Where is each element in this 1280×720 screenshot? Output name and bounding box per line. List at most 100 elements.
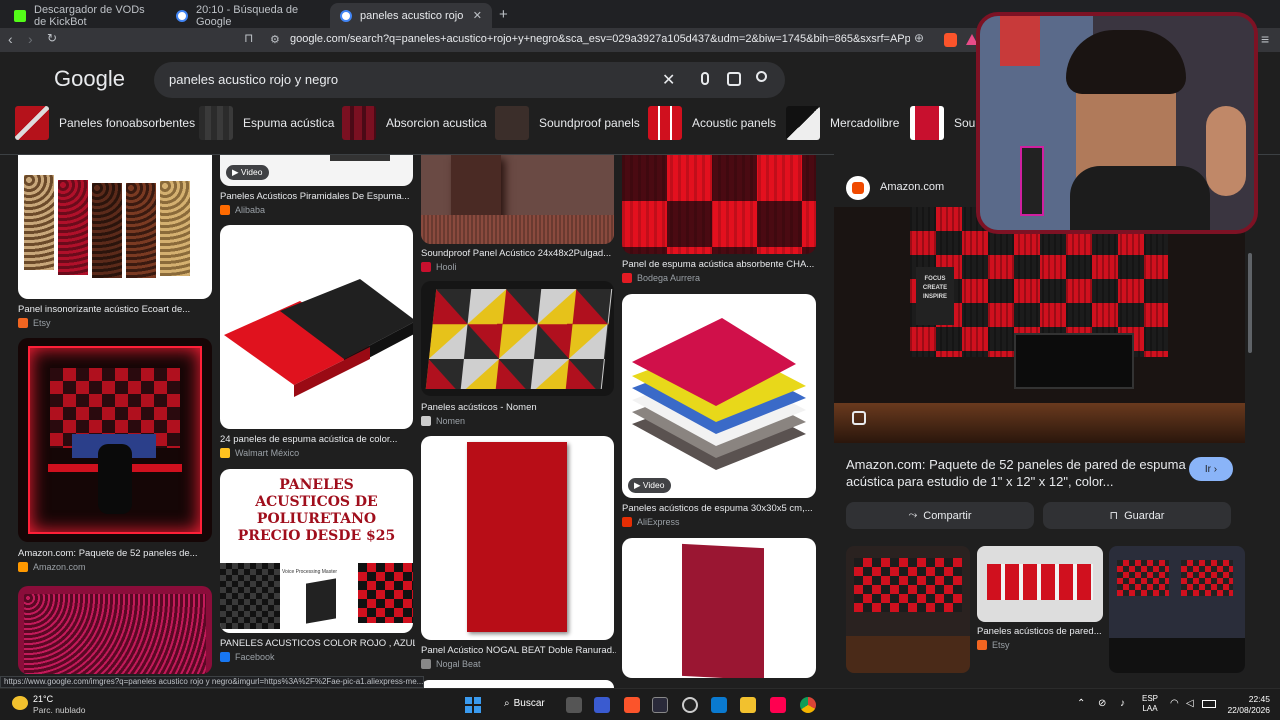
result-image[interactable] (421, 281, 614, 396)
network-icon[interactable]: ⊘ (1098, 698, 1106, 709)
weather-temp[interactable]: 21°C (33, 694, 53, 704)
tiktok-icon[interactable] (770, 697, 786, 713)
volume-icon[interactable]: ◁ (1186, 698, 1194, 709)
result-source[interactable]: Amazon.com (18, 562, 86, 572)
clear-search-icon[interactable]: ✕ (662, 70, 675, 90)
store-icon[interactable] (711, 697, 727, 713)
search-icon[interactable] (756, 71, 767, 82)
windows-start-icon[interactable] (465, 697, 481, 713)
lens-icon[interactable] (727, 72, 741, 86)
lens-icon[interactable] (852, 411, 866, 425)
preview-title[interactable]: Amazon.com: Paquete de 52 paneles de par… (846, 456, 1186, 490)
chrome-icon[interactable] (800, 697, 816, 713)
preview-image[interactable]: FOCUS CREATE INSPIRE (834, 207, 1245, 443)
result-image[interactable] (421, 155, 614, 244)
folder-icon[interactable] (740, 697, 756, 713)
save-button[interactable]: ⊓ Guardar (1043, 502, 1231, 529)
foam-image-part (220, 563, 280, 629)
related-source[interactable]: Etsy (977, 640, 1010, 650)
related-image[interactable] (846, 546, 970, 673)
microphone-icon[interactable] (701, 72, 709, 85)
tab-google-search-1[interactable]: 20:10 - Búsqueda de Google (166, 3, 326, 28)
reload-icon[interactable]: ↻ (47, 31, 57, 45)
result-source[interactable]: Nogal Beat (421, 659, 481, 669)
search-input[interactable]: paneles acustico rojo y negro (169, 72, 338, 87)
forward-arrow-icon[interactable]: › (28, 31, 33, 47)
obs-icon[interactable] (682, 697, 698, 713)
result-image[interactable] (622, 538, 816, 678)
result-source[interactable]: Alibaba (220, 205, 265, 215)
app-icon[interactable] (594, 697, 610, 713)
tab-google-search-active[interactable]: paneles acustico rojo y negro - Bú ✕ (330, 3, 492, 28)
tab-kickbot[interactable]: Descargador de VODs de KickBot (4, 3, 164, 28)
result-source[interactable]: Walmart México (220, 448, 299, 458)
result-caption[interactable]: Panel de espuma acústica absorbente CHA.… (622, 259, 817, 270)
result-caption[interactable]: 24 paneles de espuma acústica de color..… (220, 434, 415, 445)
result-caption[interactable]: Panel Acústico NOGAL BEAT Doble Ranurad.… (421, 645, 616, 656)
chevron-up-icon[interactable]: ⌃ (1077, 698, 1085, 709)
brave-shield-icon[interactable] (944, 33, 957, 47)
task-view-icon[interactable] (566, 697, 582, 713)
weather-icon[interactable] (12, 696, 28, 710)
result-caption[interactable]: Paneles Acústicos Piramidales De Espuma.… (220, 191, 415, 202)
clock[interactable]: 22:45 22/08/2026 (1224, 694, 1270, 716)
close-tab-icon[interactable]: ✕ (473, 9, 482, 22)
bookmark-icon[interactable]: ⊓ (244, 31, 253, 45)
result-source[interactable]: Etsy (18, 318, 51, 328)
google-logo[interactable]: Google (54, 66, 125, 92)
result-image[interactable]: ▶ Video (622, 294, 816, 498)
result-image[interactable] (18, 155, 212, 299)
new-tab-button[interactable]: + (499, 6, 508, 23)
microphone-icon[interactable]: ♪ (1120, 698, 1125, 709)
related-image[interactable] (1109, 546, 1245, 673)
result-image[interactable] (18, 338, 212, 542)
preview-site-name[interactable]: Amazon.com (880, 181, 944, 193)
scrollbar[interactable] (1247, 153, 1253, 673)
go-button[interactable]: Ir › (1189, 457, 1233, 481)
chip-espuma-acustica[interactable]: Espuma acústica (199, 105, 335, 141)
battery-icon[interactable] (1202, 700, 1216, 708)
share-button[interactable]: ⤳ Compartir (846, 502, 1034, 529)
result-image[interactable]: ▶ Video (220, 155, 413, 186)
bookmark-icon: ⊓ (1109, 510, 1119, 522)
app-icon[interactable] (652, 697, 668, 713)
url-field[interactable]: google.com/search?q=paneles+acustico+roj… (290, 33, 910, 45)
menu-icon[interactable]: ≡ (1261, 31, 1269, 47)
related-image[interactable] (977, 546, 1103, 622)
weather-desc[interactable]: Parc. nublado (33, 705, 85, 715)
result-image[interactable]: PANELES ACUSTICOS DE POLIURETANO PRECIO … (220, 469, 413, 633)
result-image[interactable] (18, 586, 212, 674)
result-caption[interactable]: Panel insonorizante acústico Ecoart de..… (18, 304, 213, 315)
chip-soundproof-panels[interactable]: Soundproof panels (495, 105, 640, 141)
brave-icon[interactable] (624, 697, 640, 713)
result-caption[interactable]: PANELES ACUSTICOS COLOR ROJO , AZUL ... (220, 638, 415, 649)
desk-shape (834, 403, 1245, 443)
chip-mercadolibre[interactable]: Mercadolibre (786, 105, 900, 141)
chip-acoustic-panels[interactable]: Acoustic panels (648, 105, 777, 141)
search-box[interactable]: paneles acustico rojo y negro ✕ (154, 62, 785, 98)
chip-paneles-fonoabsorbentes[interactable]: Paneles fonoabsorbentes (15, 105, 196, 141)
result-caption[interactable]: Amazon.com: Paquete de 52 paneles de... (18, 548, 213, 559)
result-source[interactable]: Nomen (421, 416, 465, 426)
related-caption[interactable]: Paneles acústicos de pared... (977, 626, 1103, 637)
panel-image-part (987, 564, 1093, 600)
result-image[interactable] (220, 225, 413, 429)
result-source[interactable]: Bodega Aurrera (622, 273, 700, 283)
site-info-icon[interactable]: ⚙ (270, 33, 280, 46)
result-image[interactable] (421, 436, 614, 640)
language-indicator[interactable]: ESP LAA (1142, 694, 1158, 714)
result-source[interactable]: AliExpress (622, 517, 680, 527)
result-caption[interactable]: Soundproof Panel Acústico 24x48x2Pulgad.… (421, 248, 616, 259)
back-arrow-icon[interactable]: ‹ (8, 31, 13, 47)
result-caption[interactable]: Paneles acústicos - Nomen (421, 402, 616, 413)
zoom-icon[interactable]: ⊕ (914, 31, 924, 45)
scrollbar-thumb[interactable] (1248, 253, 1252, 353)
result-caption[interactable]: Paneles acústicos de espuma 30x30x5 cm,.… (622, 503, 817, 514)
taskbar-search[interactable]: ⌕ Buscar (504, 698, 545, 709)
result-source[interactable]: Hooli (421, 262, 457, 272)
chip-sound[interactable]: Soun (910, 105, 983, 141)
wifi-icon[interactable]: ◠ (1170, 698, 1179, 709)
result-source[interactable]: Facebook (220, 652, 275, 662)
result-image[interactable] (622, 155, 816, 254)
chip-absorcion-acustica[interactable]: Absorcion acustica (342, 105, 487, 141)
